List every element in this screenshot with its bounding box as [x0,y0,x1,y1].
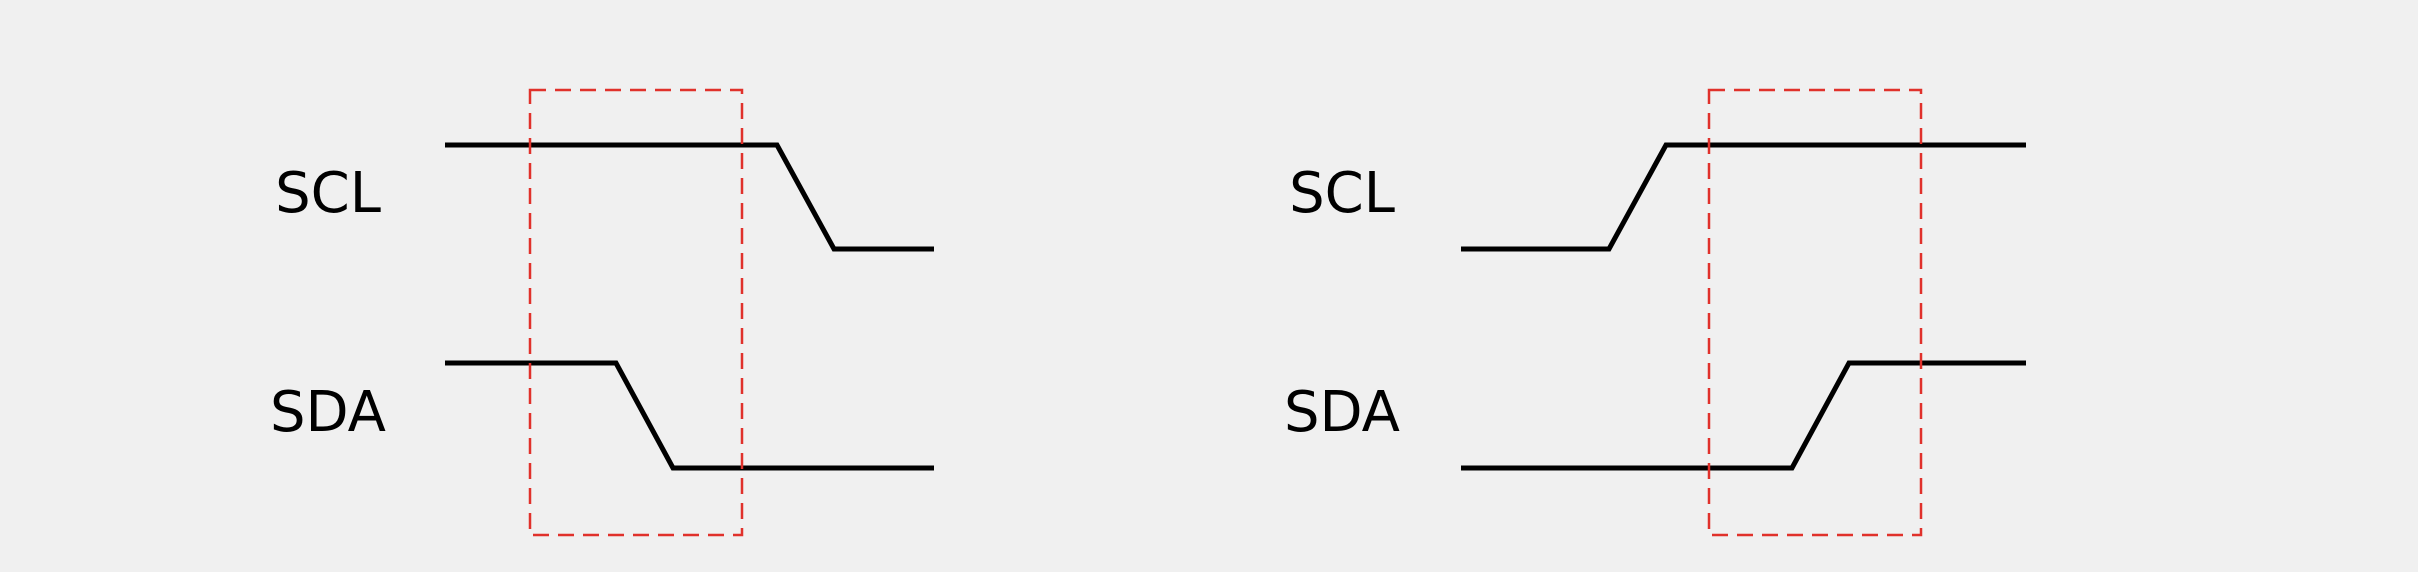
timing-diagram-canvas: SCL SDA SCL SDA [270,88,2026,537]
start-condition-diagram: SCL SDA [270,88,934,537]
scl-waveform [1461,142,2026,252]
sda-waveform [1461,360,2026,471]
sda-label: SDA [1284,380,1400,445]
scl-label: SCL [275,161,381,226]
sda-label: SDA [270,380,386,445]
stop-condition-diagram: SCL SDA [1284,88,2026,537]
scl-label: SCL [1289,161,1395,226]
scl-waveform [445,142,934,252]
sda-waveform [445,360,934,471]
